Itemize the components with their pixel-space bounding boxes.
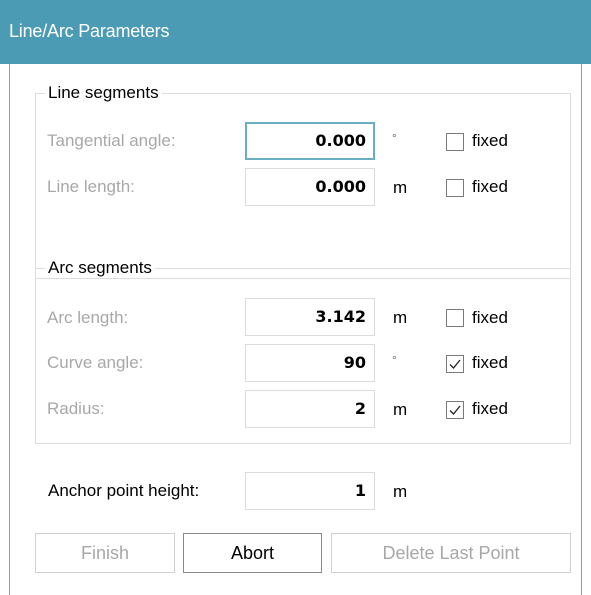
- curve-angle-field[interactable]: 90: [245, 344, 375, 382]
- line-length-label: Line length:: [47, 177, 135, 196]
- delete-last-point-button[interactable]: Delete Last Point: [331, 533, 571, 573]
- title-bar[interactable]: Line/Arc Parameters: [0, 0, 591, 64]
- curve-angle-label: Curve angle:: [47, 353, 144, 372]
- line-segments-group: Line segments Tangential angle: 0.000 ° …: [35, 83, 571, 279]
- anchor-point-height-label: Anchor point height:: [48, 481, 200, 500]
- arc-segments-group: Arc segments Arc length: 3.142 m fixed C…: [35, 258, 571, 444]
- radius-fixed-checkbox[interactable]: [446, 401, 464, 419]
- radius-label: Radius:: [47, 399, 105, 418]
- tangential-angle-unit: °: [392, 131, 397, 145]
- tangential-angle-field[interactable]: 0.000: [245, 122, 375, 160]
- radius-fixed-label[interactable]: fixed: [472, 399, 508, 419]
- anchor-point-height-unit: m: [393, 482, 408, 501]
- window-title: Line/Arc Parameters: [9, 21, 170, 41]
- radius-unit: m: [393, 400, 408, 419]
- line-length-fixed-checkbox[interactable]: [446, 179, 464, 197]
- curve-angle-fixed-checkbox[interactable]: [446, 355, 464, 373]
- arc-segments-title: Arc segments: [45, 258, 155, 278]
- curve-angle-unit: °: [392, 353, 397, 367]
- finish-button[interactable]: Finish: [35, 533, 175, 573]
- line-length-fixed-label[interactable]: fixed: [472, 177, 508, 197]
- arc-length-fixed-checkbox[interactable]: [446, 309, 464, 327]
- arc-length-field[interactable]: 3.142: [245, 298, 375, 336]
- checkmark-icon: [449, 359, 461, 369]
- line-length-unit: m: [393, 178, 408, 197]
- anchor-point-height-field[interactable]: 1: [245, 472, 375, 510]
- arc-length-unit: m: [393, 308, 408, 327]
- tangential-angle-fixed-checkbox[interactable]: [446, 133, 464, 151]
- line-segments-title: Line segments: [45, 83, 162, 103]
- arc-length-fixed-label[interactable]: fixed: [472, 308, 508, 328]
- abort-button[interactable]: Abort: [183, 533, 322, 573]
- curve-angle-fixed-label[interactable]: fixed: [472, 353, 508, 373]
- tangential-angle-fixed-label[interactable]: fixed: [472, 131, 508, 151]
- radius-field[interactable]: 2: [245, 390, 375, 428]
- tangential-angle-label: Tangential angle:: [47, 131, 176, 150]
- checkmark-icon: [449, 405, 461, 415]
- arc-length-label: Arc length:: [47, 308, 129, 327]
- dialog-body: Line segments Tangential angle: 0.000 ° …: [9, 64, 582, 595]
- line-length-field[interactable]: 0.000: [245, 168, 375, 206]
